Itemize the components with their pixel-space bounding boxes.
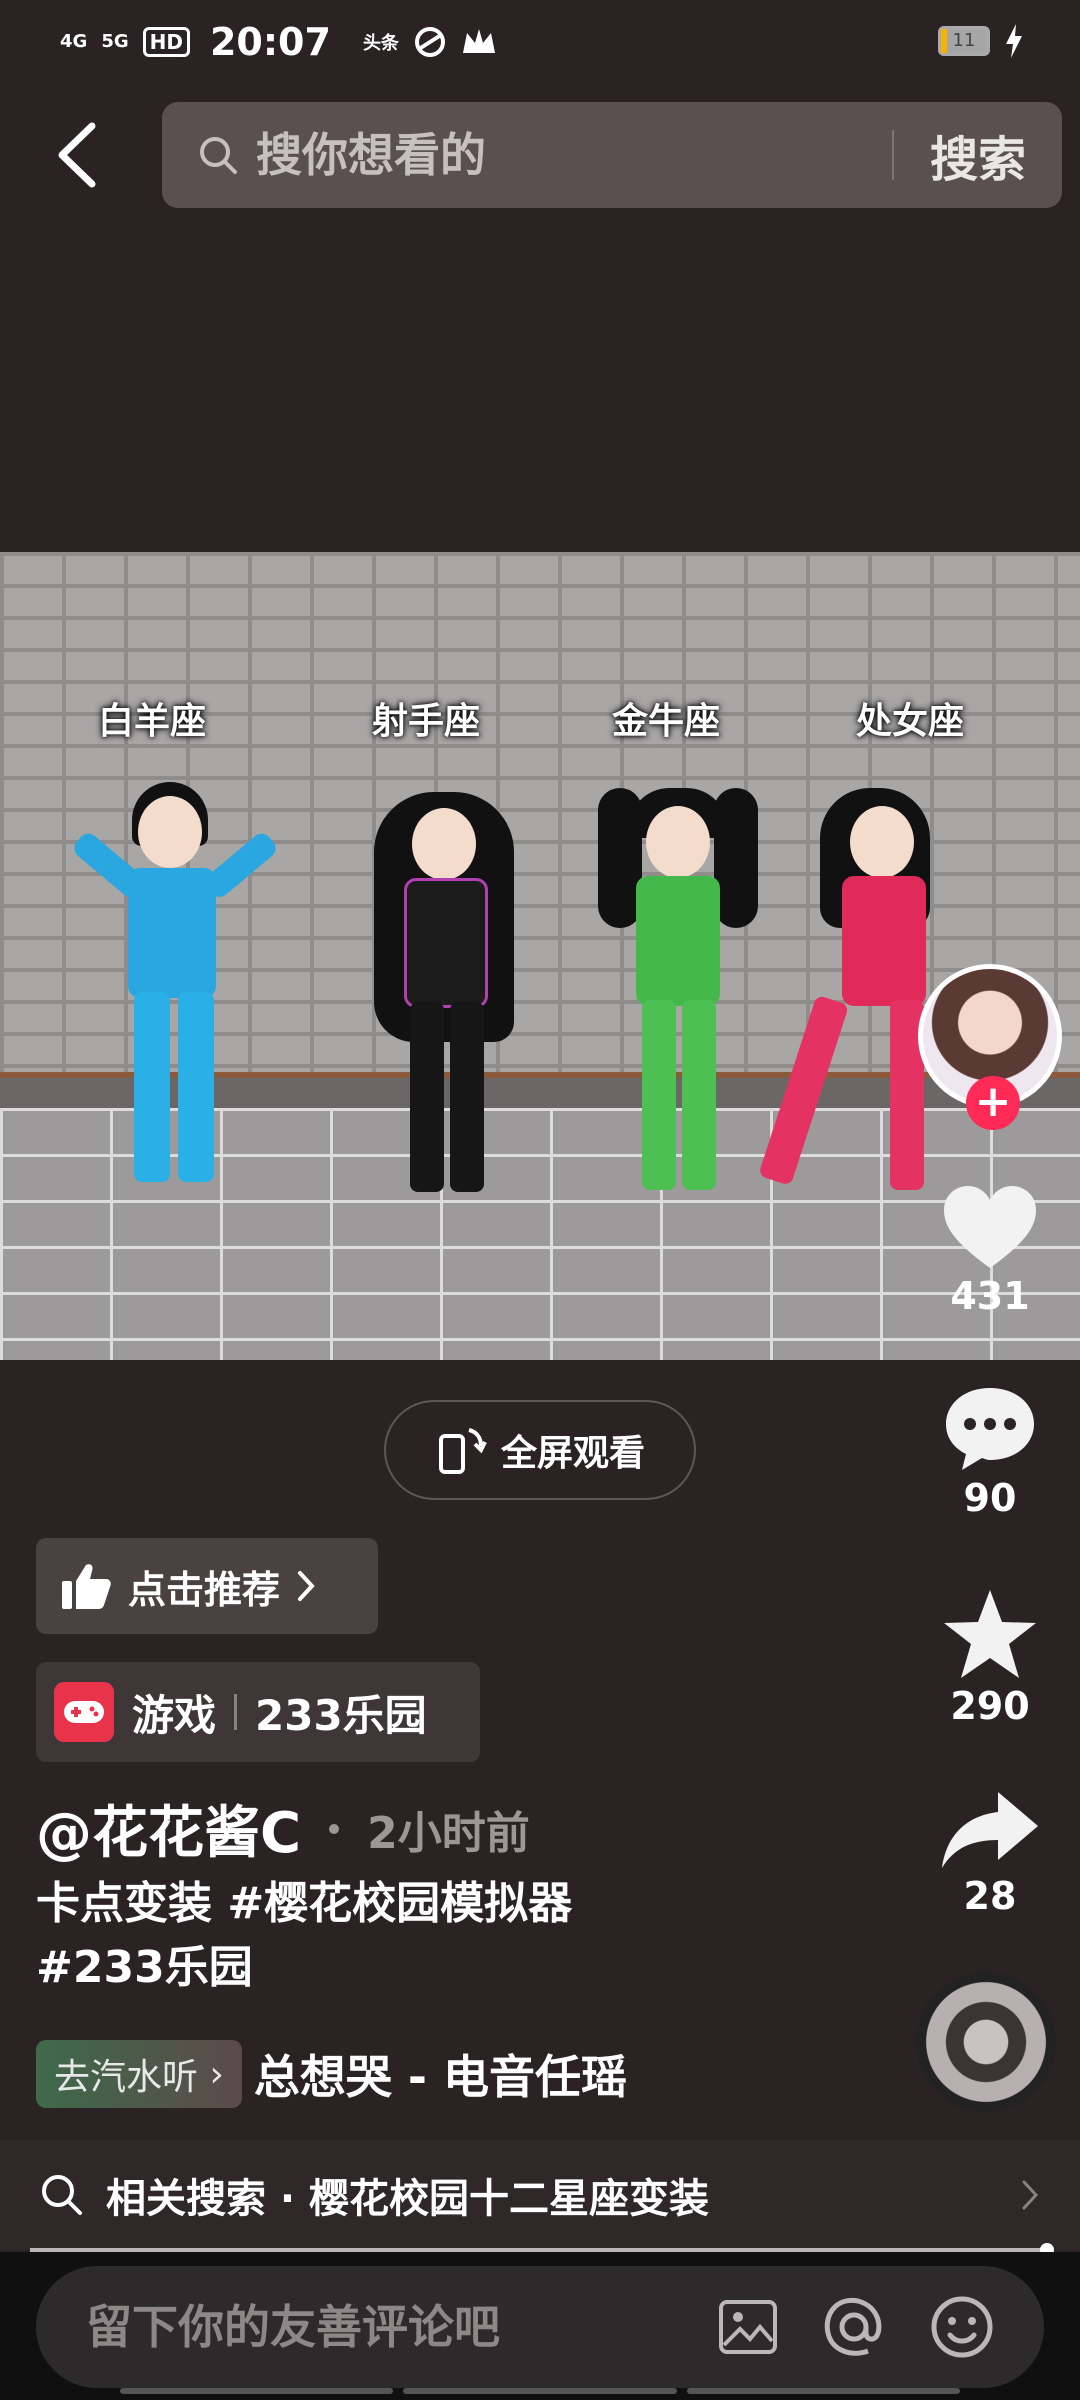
video-caption: 卡点变装 #樱花校园模拟器 #233乐园: [36, 1872, 856, 2000]
zodiac-sign-4: 处女座: [856, 700, 965, 742]
comment-count: 90: [963, 1476, 1017, 1520]
post-time: 2小时前: [367, 1807, 530, 1859]
back-button[interactable]: [46, 120, 106, 190]
star-icon[interactable]: [940, 1586, 1040, 1682]
recommend-button[interactable]: 点击推荐: [36, 1538, 378, 1634]
recommend-label: 点击推荐: [128, 1567, 281, 1612]
like-count: 431: [950, 1274, 1030, 1318]
separator-dot: [329, 1823, 340, 1834]
gamepad-icon: [54, 1682, 114, 1742]
status-bar: 4G 5G HD 20:07 头条 11: [0, 0, 1080, 84]
related-search[interactable]: 相关搜索 · 樱花校园十二星座变装: [0, 2140, 1080, 2250]
like-action[interactable]: 431: [920, 1182, 1060, 1318]
thumbs-up-icon: [62, 1564, 111, 1609]
network-1-label: 4G: [60, 31, 88, 52]
zodiac-sign-2: 射手座: [372, 700, 481, 742]
cellular-signal-icon: 4G: [60, 33, 87, 51]
zodiac-sign-3: 金牛座: [612, 700, 721, 742]
music-row[interactable]: 去汽水听 › 总想哭 - 电音任瑶: [36, 2040, 627, 2108]
comment-action[interactable]: 90: [920, 1384, 1060, 1520]
fullscreen-button[interactable]: 全屏观看: [384, 1400, 696, 1500]
app-logo-icon: [414, 27, 445, 57]
at-mention-icon[interactable]: [822, 2295, 886, 2359]
comment-input[interactable]: [86, 2300, 646, 2354]
game-tag[interactable]: 游戏 233乐园: [36, 1662, 480, 1762]
search-button[interactable]: 搜索: [930, 120, 1026, 190]
hd-badge: HD: [142, 27, 190, 57]
comment-icon[interactable]: [942, 1384, 1038, 1474]
music-name[interactable]: 总想哭 - 电音任瑶: [254, 2041, 627, 2107]
share-action[interactable]: 28: [920, 1788, 1060, 1918]
search-divider: [891, 130, 894, 180]
caption-line-2[interactable]: #233乐园: [36, 1936, 856, 2000]
search-icon: [200, 137, 237, 174]
character-black: [360, 792, 540, 1212]
rotate-screen-icon: [438, 1428, 487, 1474]
related-search-text: 相关搜索 · 樱花校园十二星座变装: [106, 2176, 710, 2222]
emoji-icon[interactable]: [930, 2295, 994, 2359]
caption-line-1[interactable]: 卡点变装 #樱花校园模拟器: [36, 1872, 856, 1936]
favorite-count: 290: [950, 1684, 1030, 1728]
search-icon: [42, 2175, 82, 2215]
chevron-right-icon: [1022, 2180, 1039, 2210]
crown-icon: [462, 29, 495, 53]
fullscreen-label: 全屏观看: [500, 1433, 645, 1474]
zodiac-sign-1: 白羊座: [98, 700, 207, 742]
search-input[interactable]: [256, 128, 856, 182]
character-blue: [60, 782, 280, 1202]
comment-bar[interactable]: [36, 2266, 1044, 2388]
author-line: @花花酱C 2小时前: [36, 1788, 530, 1869]
music-disc[interactable]: [916, 1972, 1056, 2112]
status-time: 20:07: [209, 20, 331, 64]
character-green: [590, 788, 770, 1208]
charging-icon: [1006, 24, 1022, 58]
share-count: 28: [963, 1874, 1017, 1918]
open-music-label: 去汽水听: [54, 2057, 199, 2098]
search-bar[interactable]: 搜索: [162, 102, 1062, 208]
chevron-right-icon: [298, 1571, 315, 1601]
game-category: 游戏: [132, 1690, 217, 1740]
network-2-label: 5G: [101, 31, 129, 52]
open-music-button[interactable]: 去汽水听 ›: [36, 2040, 242, 2108]
follow-button[interactable]: +: [966, 1076, 1020, 1130]
share-arrow-icon[interactable]: [938, 1788, 1042, 1872]
heart-icon[interactable]: [940, 1182, 1040, 1272]
game-name: 233乐园: [255, 1690, 427, 1740]
author-name[interactable]: @花花酱C: [36, 1788, 301, 1869]
battery-level: 11: [952, 30, 976, 51]
battery-icon: 11: [938, 26, 990, 56]
video-player[interactable]: 白羊座 射手座 金牛座 处女座: [0, 552, 1080, 1360]
app-badge: 头条: [362, 33, 399, 54]
home-indicator: [120, 2388, 960, 2394]
cellular-signal-icon-2: 5G: [101, 33, 128, 51]
game-separator: [234, 1694, 238, 1730]
favorite-action[interactable]: 290: [920, 1586, 1060, 1728]
image-icon[interactable]: [718, 2299, 778, 2355]
author-avatar-wrap[interactable]: +: [918, 964, 1062, 1130]
chevron-left-icon: [58, 122, 96, 188]
